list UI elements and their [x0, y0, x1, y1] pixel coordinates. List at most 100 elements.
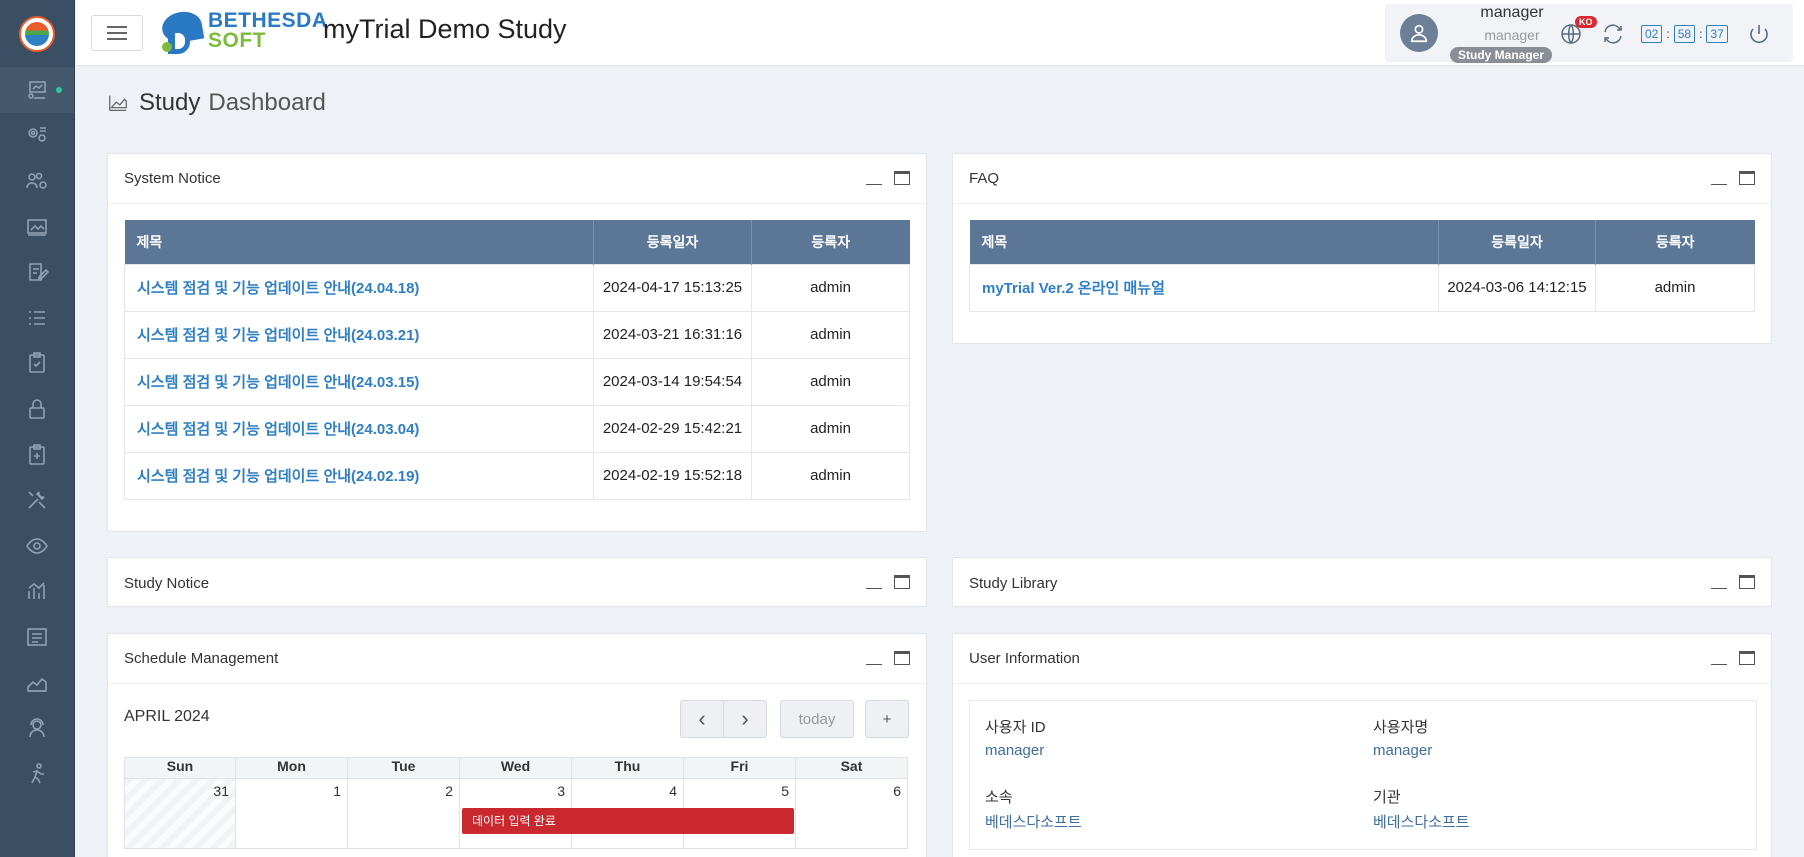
top-header: BETHESDA SOFT myTrial Demo Study manager… — [76, 0, 1804, 66]
portlet-title: Study Notice — [124, 574, 210, 592]
calendar-add-button[interactable]: + — [865, 700, 909, 738]
users-settings-icon — [26, 172, 47, 189]
area-chart-icon — [109, 95, 127, 111]
notice-title-link[interactable]: 시스템 점검 및 기능 업데이트 안내(24.02.19) — [124, 451, 594, 500]
table-row[interactable]: 시스템 점검 및 기능 업데이트 안내(24.02.19) 2024-02-19… — [124, 451, 910, 500]
calendar-month-label: APRIL 2024 — [124, 708, 210, 725]
sidebar-item-tools[interactable] — [0, 477, 74, 523]
user-id: manager — [1484, 27, 1540, 43]
logo-icon — [19, 15, 55, 52]
timer-hours: 02 — [1641, 25, 1663, 43]
support-agent-icon — [29, 718, 45, 738]
sidebar-item-users[interactable] — [0, 158, 74, 204]
weekday-header: Sun — [124, 757, 236, 779]
notice-title-link[interactable]: 시스템 점검 및 기능 업데이트 안내(24.04.18) — [124, 263, 594, 312]
hamburger-menu-button[interactable] — [91, 15, 143, 51]
lock-icon — [29, 399, 45, 419]
weekday-header: Wed — [460, 757, 572, 779]
sidebar-item-analytics[interactable] — [0, 569, 74, 615]
notice-author: admin — [751, 263, 910, 312]
gears-icon — [28, 127, 46, 143]
minimize-icon[interactable] — [866, 171, 882, 185]
session-refresh-button[interactable] — [1601, 22, 1625, 46]
notice-author: admin — [751, 404, 910, 453]
user-name: manager — [1480, 4, 1544, 21]
calendar-day-cell[interactable]: 1 — [236, 779, 348, 849]
page-title-strong: Study — [139, 89, 201, 116]
portlet-title: Study Library — [969, 574, 1058, 592]
sidebar-item-settings[interactable] — [0, 113, 74, 159]
calendar-today-button[interactable]: today — [780, 700, 854, 738]
calendar-day-cell[interactable]: 31 — [124, 779, 236, 849]
notice-date: 2024-02-29 15:42:21 — [593, 404, 752, 453]
weekday-header: Mon — [236, 757, 348, 779]
maximize-icon[interactable] — [1739, 651, 1755, 665]
user-info-box: 사용자 ID manager 사용자명 manager 소속 베데스다소프트 기… — [969, 700, 1757, 850]
sidebar-item-clipboard[interactable] — [0, 341, 74, 387]
notice-title-link[interactable]: 시스템 점검 및 기능 업데이트 안내(24.03.15) — [124, 357, 594, 406]
calendar-day-cell[interactable]: 2 — [348, 779, 460, 849]
calendar-day-cell[interactable]: 6 — [796, 779, 908, 849]
session-timer: 02 : 58 : 37 — [1641, 25, 1728, 43]
user-id-label: 사용자 ID — [985, 719, 1046, 736]
weekday-header: Sat — [796, 757, 908, 779]
maximize-icon[interactable] — [894, 575, 910, 589]
minimize-icon[interactable] — [1711, 651, 1727, 665]
bar-chart-icon — [28, 582, 45, 600]
sidebar-item-stats[interactable] — [0, 660, 74, 706]
column-header[interactable]: 등록자 — [1595, 220, 1755, 264]
sidebar-item-dashboard[interactable] — [0, 67, 74, 113]
sidebar-item-medical[interactable] — [0, 432, 74, 478]
column-header[interactable]: 제목 — [969, 220, 1439, 264]
column-header[interactable]: 등록자 — [751, 220, 910, 264]
eye-icon — [26, 537, 48, 554]
avatar[interactable] — [1400, 14, 1438, 52]
faq-title-link[interactable]: myTrial Ver.2 온라인 매뉴얼 — [969, 263, 1439, 312]
table-row[interactable]: 시스템 점검 및 기능 업데이트 안내(24.03.04) 2024-02-29… — [124, 404, 910, 453]
minimize-icon[interactable] — [1711, 171, 1727, 185]
sidebar-item-lock[interactable] — [0, 386, 74, 432]
report-list-icon — [27, 628, 47, 646]
sidebar-item-report[interactable] — [0, 614, 74, 660]
power-icon — [1750, 25, 1768, 44]
portlet-title: FAQ — [969, 170, 1000, 187]
sidebar-item-support[interactable] — [0, 705, 74, 751]
language-badge: KO — [1575, 16, 1597, 28]
minimize-icon[interactable] — [866, 651, 882, 665]
column-header[interactable]: 등록일자 — [1438, 220, 1596, 264]
affiliation-value: 베데스다소프트 — [985, 814, 1082, 831]
maximize-icon[interactable] — [1739, 171, 1755, 185]
study-title: myTrial Demo Study — [323, 14, 567, 44]
sidebar-item-view[interactable] — [0, 523, 74, 569]
sidebar-item-list[interactable] — [0, 295, 74, 341]
table-row[interactable]: 시스템 점검 및 기능 업데이트 안내(24.03.21) 2024-03-21… — [124, 310, 910, 359]
column-header[interactable]: 등록일자 — [593, 220, 752, 264]
sidebar-item-edit[interactable] — [0, 249, 74, 295]
notice-title-link[interactable]: 시스템 점검 및 기능 업데이트 안내(24.03.04) — [124, 404, 594, 453]
notice-date: 2024-03-21 16:31:16 — [593, 310, 752, 359]
minimize-icon[interactable] — [866, 575, 882, 589]
column-header[interactable]: 제목 — [124, 220, 594, 264]
table-row[interactable]: myTrial Ver.2 온라인 매뉴얼 2024-03-06 14:12:1… — [969, 263, 1755, 312]
notice-author: admin — [751, 451, 910, 500]
minimize-icon[interactable] — [1711, 575, 1727, 589]
calendar-next-button[interactable]: › — [723, 700, 767, 738]
calendar-event[interactable]: 데이터 입력 완료 — [462, 808, 794, 834]
maximize-icon[interactable] — [894, 651, 910, 665]
checklist-icon — [29, 310, 45, 325]
maximize-icon[interactable] — [1739, 575, 1755, 589]
sidebar-item-run[interactable] — [0, 751, 74, 797]
logout-button[interactable] — [1747, 22, 1771, 46]
sidebar-item-monitor[interactable] — [0, 204, 74, 250]
calendar-prev-button[interactable]: ‹ — [680, 700, 724, 738]
user-icon — [1410, 24, 1428, 43]
maximize-icon[interactable] — [894, 171, 910, 185]
clipboard-check-icon — [29, 352, 45, 374]
timer-seconds: 37 — [1706, 25, 1728, 43]
table-row[interactable]: 시스템 점검 및 기능 업데이트 안내(24.03.15) 2024-03-14… — [124, 357, 910, 406]
calendar-toolbar: APRIL 2024 ‹ › today + — [108, 684, 926, 744]
brand-line1: BETHESDA — [208, 9, 328, 32]
table-row[interactable]: 시스템 점검 및 기능 업데이트 안내(24.04.18) 2024-04-17… — [124, 263, 910, 312]
app-logo[interactable] — [0, 0, 74, 67]
notice-title-link[interactable]: 시스템 점검 및 기능 업데이트 안내(24.03.21) — [124, 310, 594, 359]
